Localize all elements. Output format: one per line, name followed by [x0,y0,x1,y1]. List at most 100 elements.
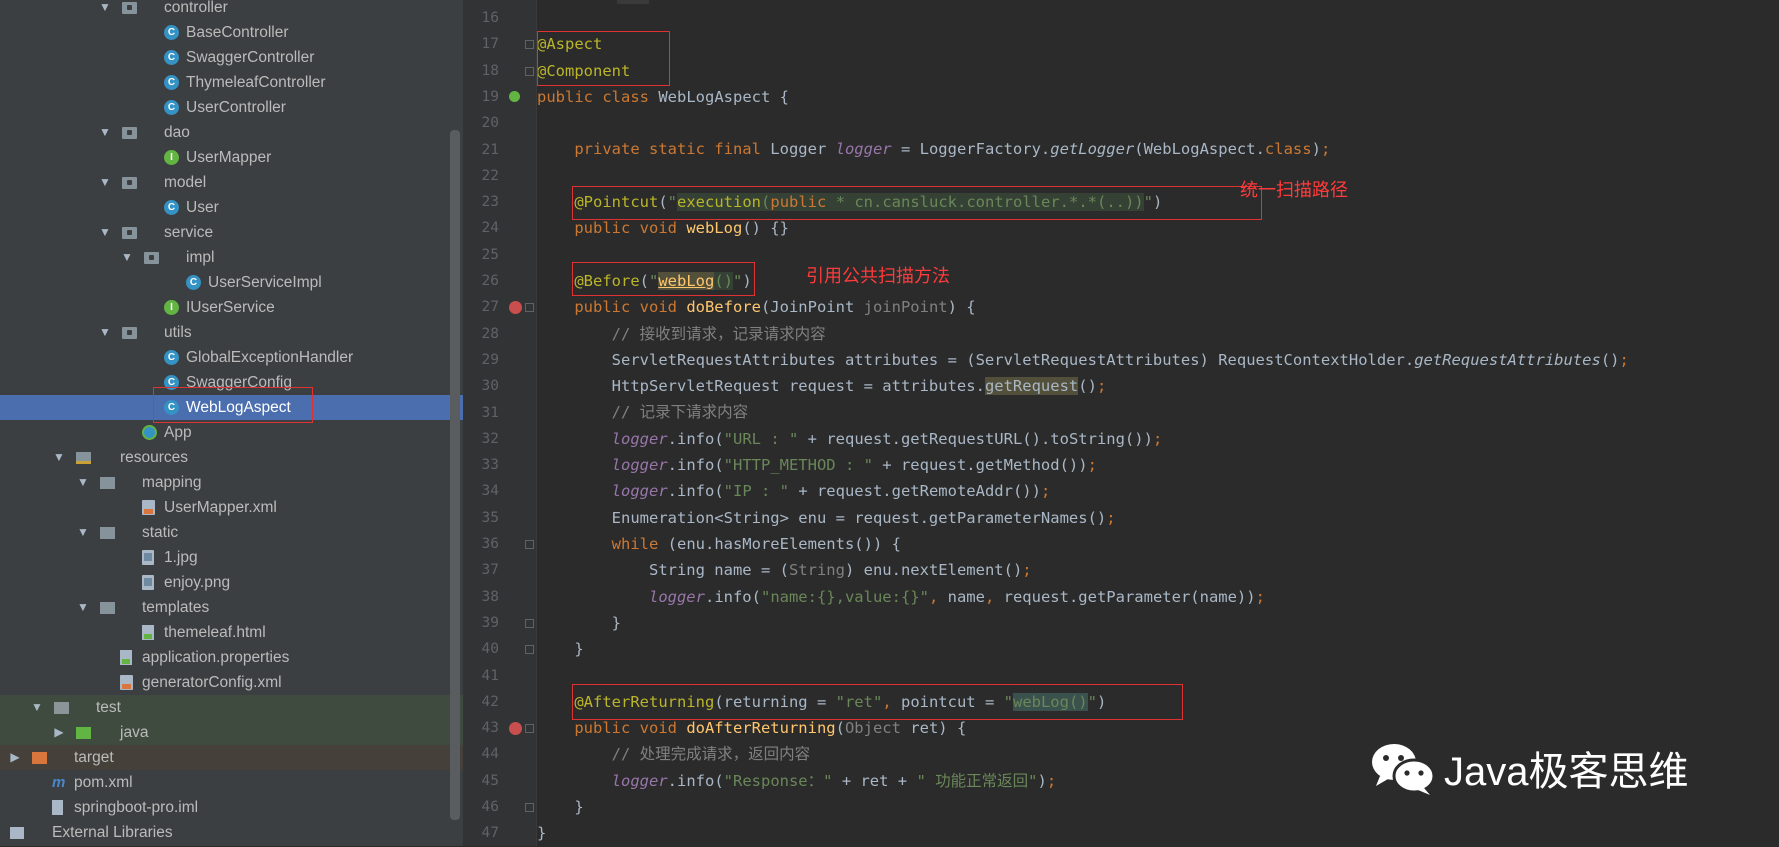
maven-file-icon: m [52,774,66,791]
tree-item-mapping[interactable]: ▼ mapping [0,470,463,495]
fold-marker-icon[interactable] [525,40,534,50]
code-editor[interactable]: @Aspect @Component public class WebLogAs… [537,0,1779,846]
tree-item-generatorconfig-xml[interactable]: generatorConfig.xml [0,670,463,695]
horizontal-scroll-thumb[interactable] [617,0,649,4]
tree-item-globalexceptionhandler[interactable]: C GlobalExceptionHandler [0,345,463,370]
fold-marker-icon[interactable] [525,540,534,549]
tree-item-test[interactable]: ▼ test [0,695,463,720]
tree-item-label: templates [142,599,210,616]
tree-item-resources[interactable]: ▼ resources [0,445,463,470]
line-number: 23 [481,194,499,211]
tree-item-swaggercontroller[interactable]: C SwaggerController [0,45,463,70]
tree-item-utils[interactable]: ▼ utils [0,320,463,345]
tree-item-service[interactable]: ▼ service [0,220,463,245]
app-class-icon [142,425,157,440]
tree-item-target[interactable]: ▶ target [0,745,463,770]
tree-item-userserviceimpl[interactable]: C UserServiceImpl [0,270,463,295]
advice-marker-icon[interactable] [509,722,522,736]
tree-item-usermapper[interactable]: I UserMapper [0,145,463,170]
tree-item-impl[interactable]: ▼ impl [0,245,463,270]
fold-marker-icon[interactable] [525,66,534,76]
tree-item-label: GlobalExceptionHandler [186,349,354,366]
tree-item-label: target [74,749,114,766]
tree-item-label: dao [164,124,190,141]
expand-arrow-icon[interactable]: ▼ [120,245,134,270]
tree-item-dao[interactable]: ▼ dao [0,120,463,145]
tree-item-label: ThymeleafController [186,74,326,91]
tree-item-pom-xml[interactable]: m pom.xml [0,770,463,795]
expand-arrow-icon[interactable]: ▼ [98,220,112,245]
image-file-icon [142,575,154,590]
code-line-31: // 记录下请求内容 [611,403,749,422]
tree-item-app[interactable]: App [0,420,463,445]
line-number: 43 [481,720,499,737]
line-number: 36 [481,536,499,552]
expand-arrow-icon[interactable]: ▼ [98,320,112,345]
tree-item-usermapper-xml[interactable]: UserMapper.xml [0,495,463,520]
code-line-35: Enumeration<String> enu = request.getPar… [537,508,1116,527]
fold-marker-icon[interactable] [525,645,534,655]
tree-scrollbar[interactable] [450,130,460,820]
fold-marker-icon[interactable] [525,724,534,734]
tree-item-enjoy-png[interactable]: enjoy.png [0,570,463,595]
editor-scrollbar[interactable] [1769,0,1779,846]
tree-item-templates[interactable]: ▼ templates [0,595,463,620]
tree-item-static[interactable]: ▼ static [0,520,463,545]
tree-item-user[interactable]: C User [0,195,463,220]
editor-gutter: 16 17 18 19 20 21 22 23 24 25 26 27 28 29 30 31 32 33 34 35… [463,0,536,846]
expand-arrow-icon[interactable]: ▼ [52,445,66,470]
collapse-arrow-icon[interactable]: ▶ [8,745,22,770]
expand-arrow-icon[interactable]: ▼ [76,470,90,495]
code-line-28: // 接收到请求，记录请求内容 [611,324,826,343]
line-number: 27 [481,299,499,316]
tree-item-label: application.properties [142,649,290,666]
project-tree-panel: ▼ controller C BaseController C SwaggerContro… [0,0,463,846]
implementation-marker-icon[interactable] [509,90,520,102]
line-number: 16 [481,10,499,26]
tree-item-1-jpg[interactable]: 1.jpg [0,545,463,570]
fold-marker-icon[interactable] [525,618,534,628]
package-folder-icon [122,327,137,339]
fold-marker-icon[interactable] [525,803,534,812]
line-number: 46 [481,799,499,815]
code-line-21: private static final Logger logger = Log… [574,140,1331,159]
expand-arrow-icon[interactable]: ▼ [76,520,90,545]
tree-item-basecontroller[interactable]: C BaseController [0,20,463,45]
expand-arrow-icon[interactable]: ▼ [76,595,90,620]
tree-item-model[interactable]: ▼ model [0,170,463,195]
tree-item-thymeleafcontroller[interactable]: C ThymeleafController [0,70,463,95]
tree-item-label: SwaggerController [186,49,315,66]
tree-item-iuserservice[interactable]: I IUserService [0,295,463,320]
advice-marker-icon[interactable] [509,301,522,315]
fold-marker-icon[interactable] [525,303,534,313]
tree-item-controller[interactable]: ▼ controller [0,0,463,20]
line-number: 44 [481,746,499,763]
package-folder-icon [122,127,137,139]
tree-item-java[interactable]: ▶ java [0,720,463,745]
code-line-29: ServletRequestAttributes attributes = (S… [537,350,1629,369]
tree-item-label: User [186,199,219,216]
tree-item-external-libraries[interactable]: ▶External Libraries [0,820,463,845]
line-number: 21 [481,141,499,158]
tree-item-label: impl [186,249,215,266]
tree-item-usercontroller[interactable]: C UserController [0,95,463,120]
expand-arrow-icon[interactable]: ▼ [30,695,44,720]
expand-arrow-icon[interactable]: ▼ [98,170,112,195]
tree-item-themeleaf-html[interactable]: themeleaf.html [0,620,463,645]
tree-item-label: UserMapper.xml [164,499,277,516]
collapse-arrow-icon[interactable]: ▶ [52,720,66,745]
expand-arrow-icon[interactable]: ▼ [98,0,112,20]
tree-item-springboot-pro-iml[interactable]: springboot-pro.iml [0,795,463,820]
line-number: 24 [481,220,499,237]
tree-item-label: BaseController [186,24,289,41]
expand-arrow-icon[interactable]: ▼ [98,120,112,145]
line-number: 19 [481,88,499,105]
tree-item-label: External Libraries [52,824,173,841]
line-number: 31 [481,404,499,421]
tree-item-label: utils [164,324,192,341]
highlight-box-annotations [537,31,670,86]
excluded-folder-icon [32,752,47,764]
tree-item-application-properties[interactable]: application.properties [0,645,463,670]
tree-item-label: model [164,174,207,191]
